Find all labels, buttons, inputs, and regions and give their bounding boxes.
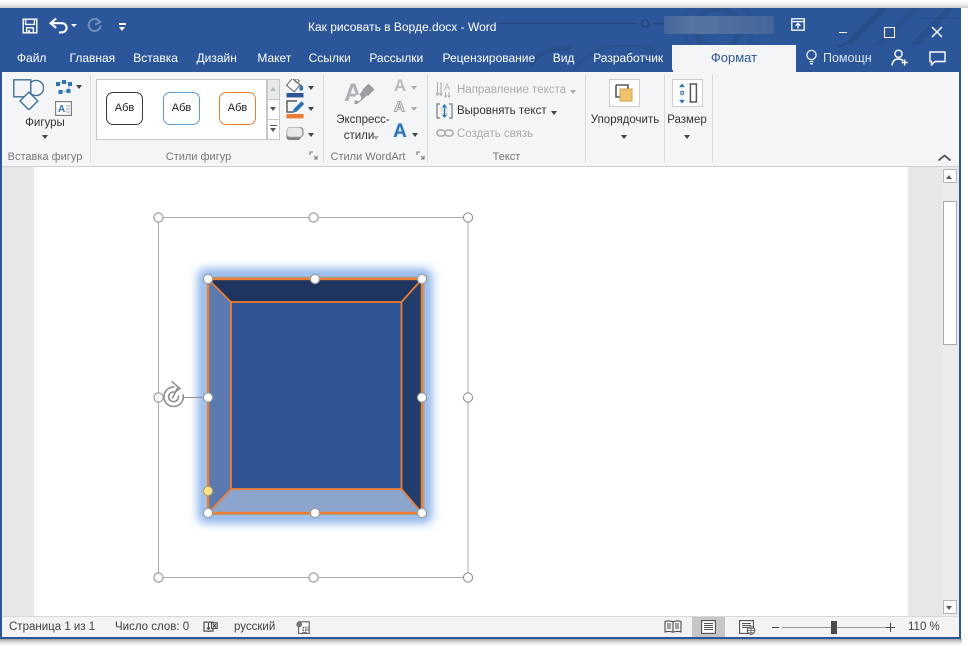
svg-text:A: A (344, 79, 362, 107)
svg-text:A: A (394, 99, 405, 113)
svg-text:A: A (444, 82, 450, 92)
svg-text:А: А (58, 104, 65, 115)
